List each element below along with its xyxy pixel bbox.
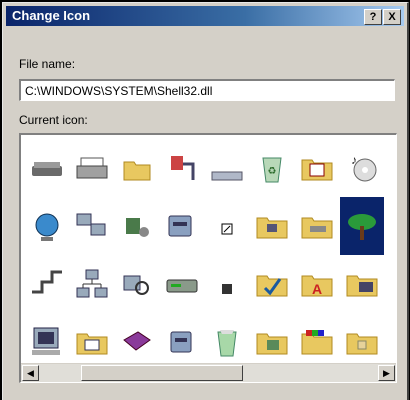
recycle-bin-icon[interactable]: ♻ [250, 139, 294, 197]
folder-network-icon[interactable] [250, 197, 294, 255]
folder-open-icon[interactable] [115, 139, 159, 197]
scroll-left-button[interactable]: ◀ [22, 365, 39, 381]
folder-drive-icon[interactable] [295, 197, 339, 255]
network-cable-icon[interactable] [160, 139, 204, 197]
horizontal-scrollbar[interactable]: ◀ ▶ [21, 363, 396, 382]
small-drive-icon[interactable] [205, 255, 249, 313]
tree-icon[interactable] [340, 197, 384, 255]
find-computer-icon[interactable] [115, 255, 159, 313]
globe-icon[interactable] [25, 197, 69, 255]
svg-text:♻: ♻ [268, 166, 277, 177]
icon-grid: ♻ ♪ A [25, 139, 384, 371]
scroll-thumb[interactable] [81, 365, 243, 381]
network-computers-icon[interactable] [70, 197, 114, 255]
audio-cd-icon[interactable]: ♪ [340, 139, 384, 197]
folder-calendar-icon[interactable] [295, 139, 339, 197]
scroll-right-button[interactable]: ▶ [378, 365, 395, 381]
folder-check-icon[interactable] [250, 255, 294, 313]
current-icon-label: Current icon: [19, 113, 88, 127]
keyboard-icon[interactable] [205, 139, 249, 197]
cd-drive-icon[interactable] [160, 197, 204, 255]
drive-icon[interactable] [25, 139, 69, 197]
change-icon-dialog: Change Icon ? X File name: C:\WINDOWS\SY… [2, 2, 409, 400]
svg-text:♪: ♪ [351, 153, 357, 167]
help-button[interactable]: ? [364, 9, 382, 25]
network-wire-icon[interactable] [25, 255, 69, 313]
file-name-field[interactable]: C:\WINDOWS\SYSTEM\Shell32.dll [19, 79, 395, 101]
network-tree-icon[interactable] [70, 255, 114, 313]
icon-list[interactable]: ♻ ♪ A ◀ ▶ [19, 133, 397, 383]
svg-text:A: A [312, 281, 322, 297]
shortcut-small-icon[interactable] [205, 197, 249, 255]
title-bar[interactable]: Change Icon ? X [6, 6, 404, 26]
tools-icon[interactable] [115, 197, 159, 255]
printer-icon[interactable] [70, 139, 114, 197]
removable-drive-icon[interactable] [160, 255, 204, 313]
file-name-label: File name: [19, 57, 76, 71]
folder-computer-icon[interactable] [340, 255, 384, 313]
folder-fonts-icon[interactable]: A [295, 255, 339, 313]
close-button[interactable]: X [383, 9, 401, 25]
dialog-title: Change Icon [12, 8, 91, 23]
